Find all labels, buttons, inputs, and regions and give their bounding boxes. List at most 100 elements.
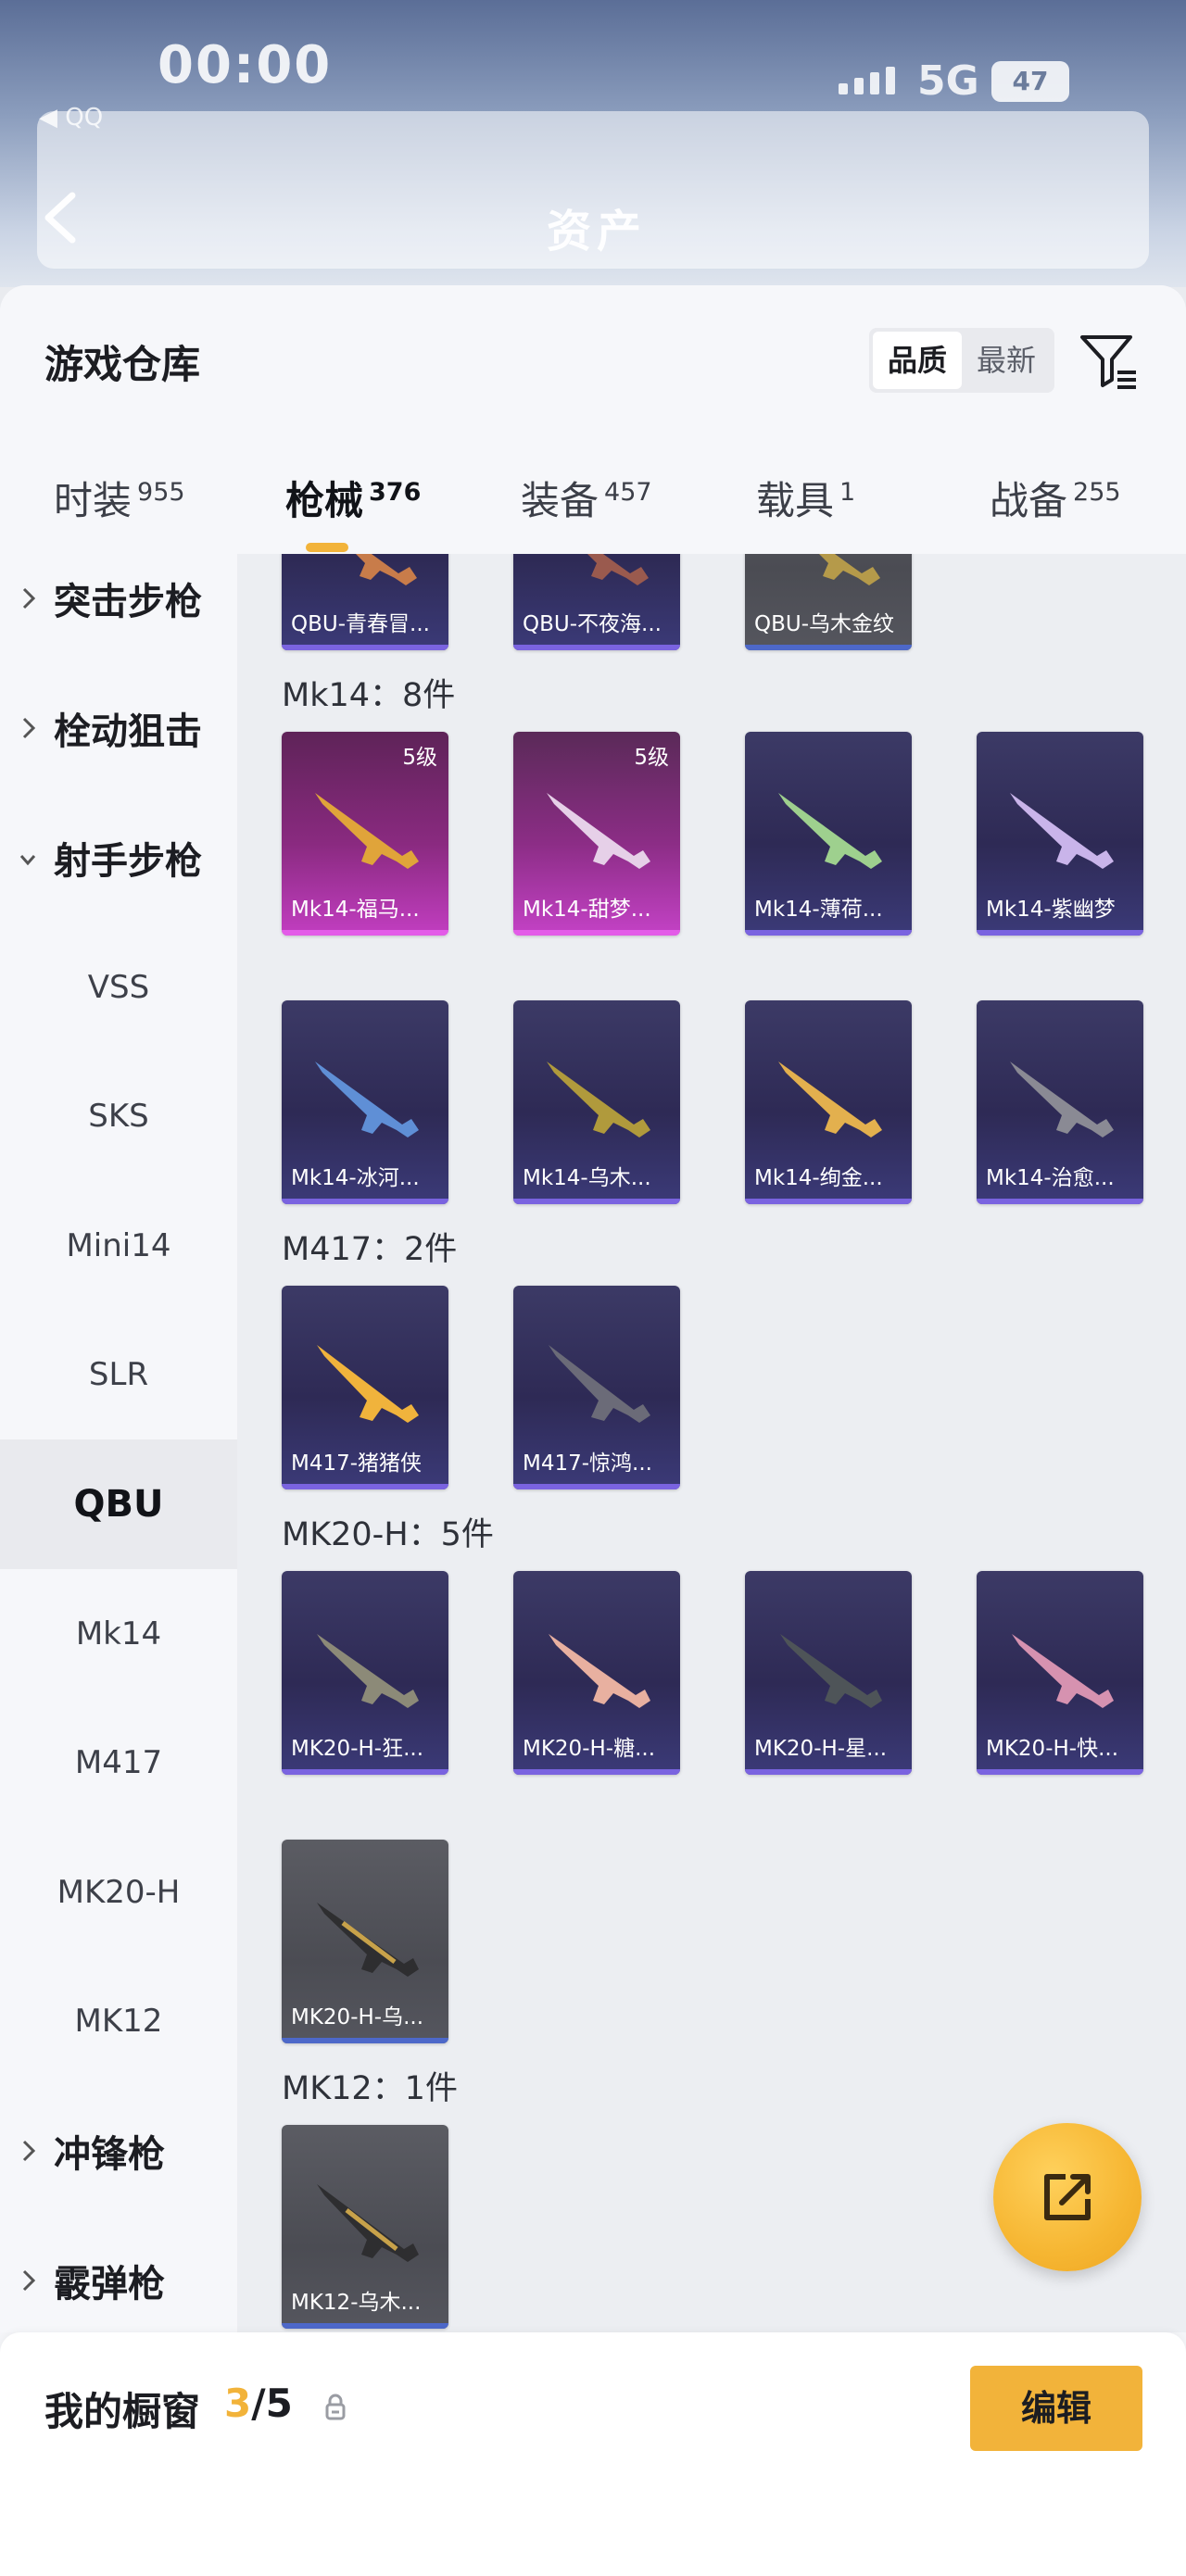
- rifle-icon: [317, 1345, 419, 1423]
- sidebar-item-mini14[interactable]: Mini14: [0, 1181, 237, 1311]
- rarity-bar: [513, 645, 680, 650]
- sidebar-group-marksman-rifle[interactable]: 射手步枪: [0, 793, 237, 923]
- sidebar-group-assault-rifle[interactable]: 突击步枪: [0, 534, 237, 663]
- sidebar-item-vss[interactable]: VSS: [0, 923, 237, 1052]
- weapon-grid: QBU-青春冒... QBU-不夜海... QBU-乌木金纹 Mk14：8件 5…: [237, 554, 1186, 2332]
- weapon-card[interactable]: M417-猪猪侠: [282, 1286, 448, 1489]
- level-badge: 5级: [634, 746, 669, 770]
- tab-label: 时装: [54, 478, 132, 523]
- weapon-name: MK20-H-星...: [754, 1737, 888, 1761]
- sidebar-item-qbu[interactable]: QBU: [0, 1439, 237, 1569]
- active-tab-indicator: [306, 543, 348, 552]
- sidebar-group-label: 突击步枪: [54, 581, 202, 623]
- tab-count: 376: [369, 478, 422, 507]
- sidebar-group-label: 栓动狙击: [54, 710, 202, 753]
- rifle-icon: [1010, 1062, 1114, 1137]
- sidebar-group-label: 冲锋枪: [54, 2133, 165, 2176]
- weapon-name: QBU-不夜海...: [523, 612, 662, 636]
- sidebar-item-mk14[interactable]: Mk14: [0, 1569, 237, 1699]
- sheet-title: 游戏仓库: [44, 342, 201, 387]
- weapon-name: Mk14-紫幽梦: [986, 898, 1116, 922]
- weapon-card[interactable]: MK12-乌木...: [282, 2125, 448, 2329]
- weapon-name: MK20-H-狂...: [291, 1737, 424, 1761]
- weapon-name: Mk14-薄荷...: [754, 898, 883, 922]
- weapon-card[interactable]: MK20-H-快...: [977, 1571, 1143, 1775]
- sidebar-item-slr[interactable]: SLR: [0, 1310, 237, 1439]
- tab-label: 枪械: [285, 478, 364, 523]
- section-title-mk14: Mk14：8件: [282, 677, 456, 714]
- rifle-icon: [317, 1903, 419, 1977]
- tab-firearms[interactable]: 枪械 376: [285, 461, 421, 554]
- sidebar-group-bolt-sniper[interactable]: 栓动狙击: [0, 663, 237, 793]
- edit-button[interactable]: 编辑: [970, 2366, 1142, 2451]
- rarity-bar: [745, 1199, 912, 1204]
- weapon-card[interactable]: Mk14-紫幽梦: [977, 732, 1143, 936]
- weapon-card[interactable]: Mk14-冰河...: [282, 1000, 448, 1204]
- battery-icon: 47: [991, 61, 1069, 102]
- weapon-card[interactable]: QBU-青春冒...: [282, 554, 448, 650]
- chevron-right-icon: [22, 2140, 36, 2162]
- rarity-bar: [282, 645, 448, 650]
- weapon-name: Mk14-绚金...: [754, 1166, 883, 1190]
- section-title-mk20h: MK20-H：5件: [282, 1516, 494, 1553]
- tab-count: 255: [1073, 478, 1121, 507]
- share-icon: [1044, 2174, 1091, 2220]
- weapon-card[interactable]: M417-惊鸿...: [513, 1286, 680, 1489]
- weapon-type-sidebar: 突击步枪 栓动狙击 射手步枪 VSS SKS Mini14 SLR QBU Mk…: [0, 554, 237, 2332]
- weapon-card[interactable]: QBU-乌木金纹: [745, 554, 912, 650]
- rifle-icon: [317, 1634, 419, 1708]
- rifle-icon: [819, 554, 880, 585]
- sidebar-item-mk20h[interactable]: MK20-H: [0, 1828, 237, 1957]
- sort-toggle: 品质 最新: [869, 328, 1054, 393]
- sidebar-group-label: 射手步枪: [54, 840, 202, 883]
- tab-count: 1: [839, 478, 856, 507]
- rifle-icon: [778, 793, 882, 869]
- showcase-bar: 我的橱窗 3/5 编辑: [0, 2332, 1186, 2576]
- sidebar-group-label: 霰弹枪: [54, 2263, 165, 2306]
- weapon-card[interactable]: 5级 Mk14-福马...: [282, 732, 448, 936]
- tab-label: 装备: [521, 478, 599, 523]
- rifle-icon: [587, 554, 649, 585]
- filter-icon[interactable]: [1077, 330, 1140, 393]
- rifle-icon: [778, 1062, 882, 1137]
- rarity-bar: [282, 1769, 448, 1775]
- sort-quality-button[interactable]: 品质: [873, 332, 962, 389]
- weapon-card[interactable]: QBU-不夜海...: [513, 554, 680, 650]
- weapon-card[interactable]: 5级 Mk14-甜梦...: [513, 732, 680, 936]
- weapon-card[interactable]: Mk14-绚金...: [745, 1000, 912, 1204]
- sidebar-item-mk12[interactable]: MK12: [0, 1956, 237, 2086]
- sidebar-group-shotgun[interactable]: 霰弹枪: [0, 2216, 237, 2345]
- weapon-card[interactable]: MK20-H-狂...: [282, 1571, 448, 1775]
- level-badge: 5级: [402, 746, 437, 770]
- showcase-label: 我的橱窗: [44, 2389, 201, 2434]
- weapon-card[interactable]: MK20-H-糖...: [513, 1571, 680, 1775]
- weapon-card[interactable]: MK20-H-星...: [745, 1571, 912, 1775]
- rifle-icon: [317, 2184, 419, 2262]
- weapon-name: Mk14-治愈...: [986, 1166, 1115, 1190]
- weapon-card[interactable]: Mk14-乌木...: [513, 1000, 680, 1204]
- weapon-card[interactable]: MK20-H-乌...: [282, 1840, 448, 2043]
- weapon-card[interactable]: Mk14-薄荷...: [745, 732, 912, 936]
- weapon-card[interactable]: Mk14-治愈...: [977, 1000, 1143, 1204]
- status-back-app[interactable]: ◀ QQ: [39, 104, 103, 132]
- tab-vehicles[interactable]: 载具 1: [756, 461, 855, 554]
- sidebar-item-m417[interactable]: M417: [0, 1698, 237, 1828]
- tab-label: 战备: [990, 478, 1068, 523]
- chevron-down-icon: [19, 855, 36, 866]
- rifle-icon: [780, 1634, 882, 1708]
- weapon-name: Mk14-冰河...: [291, 1166, 420, 1190]
- rarity-bar: [513, 930, 680, 936]
- sort-newest-button[interactable]: 最新: [962, 332, 1051, 389]
- weapon-name: Mk14-福马...: [291, 898, 420, 922]
- back-arrow-icon[interactable]: [37, 190, 83, 245]
- tab-equipment[interactable]: 装备 457: [521, 461, 652, 554]
- weapon-name: MK20-H-乌...: [291, 2005, 424, 2029]
- sidebar-item-sks[interactable]: SKS: [0, 1051, 237, 1181]
- rarity-bar: [282, 2323, 448, 2329]
- weapon-name: Mk14-甜梦...: [523, 898, 651, 922]
- share-fab-button[interactable]: [993, 2123, 1142, 2271]
- tab-supplies[interactable]: 战备 255: [990, 461, 1121, 554]
- rarity-bar: [282, 1199, 448, 1204]
- sidebar-group-smg[interactable]: 冲锋枪: [0, 2086, 237, 2216]
- signal-icon: [839, 67, 895, 94]
